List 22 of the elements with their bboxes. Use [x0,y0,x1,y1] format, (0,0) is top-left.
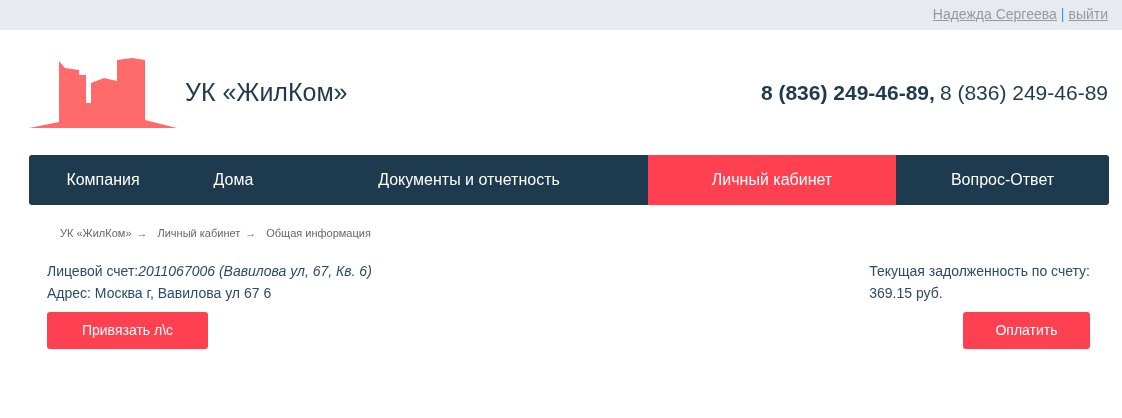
debt-amount: 369.15 руб. [869,284,944,303]
phone-number: 8 (836) 249-46-89, [760,80,935,104]
breadcrumb-separator: → [136,227,148,239]
breadcrumb-link[interactable]: УК «ЖилКом» [60,227,132,239]
link-account-button[interactable]: Привязать л\с [47,312,208,349]
company-name: УК «ЖилКом» [185,76,348,108]
debt-label: Текущая задолженность по счету: [869,262,1090,281]
nav-tab[interactable]: Компания [29,155,177,205]
pay-button[interactable]: Оплатить [963,312,1090,349]
breadcrumb-link[interactable]: Личный кабинет [157,227,241,239]
nav-tab[interactable]: Личный кабинет [648,155,896,205]
phone-number: 8 (836) 249-46-89 [939,80,1108,104]
divider: | [1060,6,1065,22]
nav-tab[interactable]: Документы и отчетность [290,155,648,205]
account-number: 2011067006 (Вавилова ул, 67, Кв. 6) [138,263,372,279]
account-label: Лицевой счет: [47,263,139,279]
breadcrumb-current: Общая информация [266,227,371,239]
address-text: Адрес: Москва г, Вавилова ул 67 6 [47,284,273,303]
breadcrumb-separator: → [245,227,257,239]
nav-tab[interactable]: Дома [177,155,290,205]
logo-icon [29,57,177,128]
nav-tab[interactable]: Вопрос-Ответ [896,155,1109,205]
